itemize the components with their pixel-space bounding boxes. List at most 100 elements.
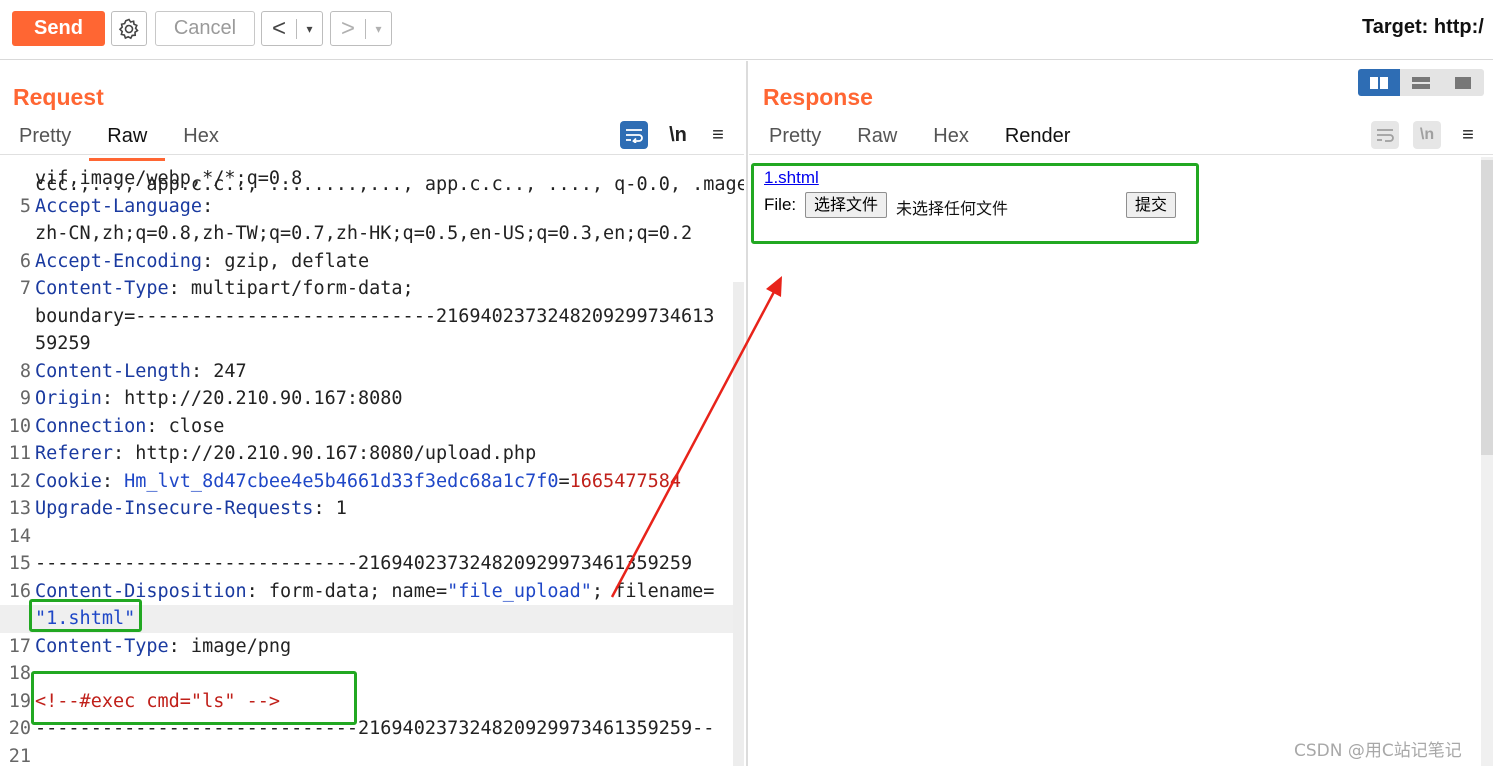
wrap-icon — [626, 129, 643, 143]
tab-pretty[interactable]: Pretty — [751, 122, 839, 161]
code-line: 5 Accept-Language: — [0, 193, 744, 221]
code-text: Content-Type: image/png — [35, 633, 291, 661]
back-nav-group[interactable]: < ▾ — [261, 11, 323, 46]
forward-history-dropdown-icon[interactable]: ▾ — [366, 22, 391, 36]
header-name: Accept-Encoding — [35, 250, 203, 272]
word-wrap-toggle[interactable] — [620, 121, 648, 149]
line-number: 16 — [8, 580, 31, 602]
header-name: Accept-Language — [35, 195, 203, 217]
response-menu-icon[interactable]: ≡ — [1454, 121, 1482, 149]
header-name: Referer — [35, 443, 113, 464]
code-text: Origin: http://20.210.90.167:8080 — [35, 385, 403, 413]
target-label[interactable]: Target: http:/ — [1362, 16, 1484, 39]
code-line: 59259 — [0, 330, 744, 358]
line-number: 20 — [8, 718, 31, 739]
code-line: 15 -----------------------------216940237… — [0, 550, 744, 578]
rendered-response — [750, 157, 1480, 766]
request-menu-icon[interactable]: ≡ — [704, 121, 732, 149]
header-value: 59259 — [35, 333, 91, 354]
tab-raw[interactable]: Raw — [839, 122, 915, 161]
header-value: : http://20.210.90.167:8080/upload.php — [112, 443, 537, 464]
code-line: 10 Connection: close — [0, 413, 744, 441]
line-number: 18 — [8, 663, 31, 684]
cookie-name: Hm_lvt_8d47cbee4e5b4661d33f3edc68a1c7f0 — [124, 470, 559, 492]
header-name: Connection — [35, 415, 147, 437]
header-value: : 1 — [313, 498, 347, 519]
header-value: : gzip, deflate — [202, 250, 370, 272]
send-button[interactable]: Send — [12, 11, 105, 46]
code-text: boundary=---------------------------2169… — [35, 303, 714, 331]
header-name: Upgrade-Insecure-Requests — [35, 498, 314, 519]
settings-button[interactable] — [111, 11, 147, 46]
top-toolbar: Send Cancel < ▾ > ▾ Target: http:/ — [0, 0, 1493, 60]
code-text: Accept-Encoding: gzip, deflate — [35, 248, 369, 276]
code-text: Referer: http://20.210.90.167:8080/uploa… — [35, 440, 536, 468]
tab-render[interactable]: Render — [986, 122, 1089, 161]
code-line: zh-CN,zh;q=0.8,zh-TW;q=0.7,zh-HK;q=0.5,e… — [0, 220, 744, 248]
code-text: Content-Length: 247 — [35, 358, 247, 386]
annotation-box-payload — [31, 671, 357, 725]
code-line: vif,image/webp,*/*;q=0.8 — [0, 165, 744, 193]
forward-arrow-icon[interactable]: > — [331, 12, 365, 45]
line-number: 19 — [8, 690, 31, 712]
code-text: Cookie: Hm_lvt_8d47cbee4e5b4661d33f3edc6… — [35, 468, 681, 496]
code-text: Connection: close — [35, 413, 224, 441]
header-value: zh-CN,zh;q=0.8,zh-TW;q=0.7,zh-HK;q=0.5,e… — [35, 223, 693, 244]
response-title: Response — [763, 84, 873, 110]
header-value: boundary=---------------------------2169… — [35, 305, 715, 327]
code-line: 6 Accept-Encoding: gzip, deflate — [0, 248, 744, 276]
newline-toggle-button[interactable]: \n — [664, 121, 692, 149]
code-line: 17 Content-Type: image/png — [0, 633, 744, 661]
request-scrollbar[interactable] — [733, 282, 744, 766]
layout-stacked-button[interactable] — [1400, 69, 1442, 96]
line-number: 8 — [19, 360, 31, 382]
line-number: 9 — [19, 388, 31, 409]
header-value: ; filename= — [591, 580, 715, 602]
code-line: 21 — [0, 743, 744, 766]
cancel-button[interactable]: Cancel — [155, 11, 255, 46]
panel-divider[interactable] — [746, 61, 748, 766]
header-value: : form-data; name= — [246, 580, 448, 602]
tab-hex[interactable]: Hex — [915, 122, 987, 161]
back-arrow-icon[interactable]: < — [262, 12, 296, 45]
word-wrap-toggle-disabled — [1371, 121, 1399, 149]
single-pane-icon — [1455, 76, 1471, 89]
request-title: Request — [13, 84, 104, 110]
header-name: Content-Type — [35, 635, 169, 657]
line-number: 21 — [8, 745, 31, 766]
code-line: 8 Content-Length: 247 — [0, 358, 744, 386]
code-line: 13 Upgrade-Insecure-Requests: 1 — [0, 495, 744, 523]
header-value: vif,image/webp,*/*;q=0.8 — [35, 168, 303, 189]
forward-nav-group[interactable]: > ▾ — [330, 11, 392, 46]
line-number: 5 — [19, 195, 31, 217]
header-name: Content-Length — [35, 360, 191, 382]
code-line: 9 Origin: http://20.210.90.167:8080 — [0, 385, 744, 413]
rows-icon — [1412, 76, 1430, 89]
code-line: boundary=---------------------------2169… — [0, 303, 744, 331]
columns-icon — [1370, 76, 1388, 89]
code-text: 59259 — [35, 330, 91, 358]
code-line: 7 Content-Type: multipart/form-data; — [0, 275, 744, 303]
code-line: 12 Cookie: Hm_lvt_8d47cbee4e5b4661d33f3ed… — [0, 468, 744, 496]
layout-toggle-group — [1358, 69, 1484, 96]
line-number: 13 — [8, 498, 31, 519]
layout-tabbed-button[interactable] — [1442, 69, 1484, 96]
line-number: 12 — [8, 470, 31, 492]
tab-raw[interactable]: Raw — [89, 122, 166, 161]
tab-pretty[interactable]: Pretty — [1, 122, 89, 161]
line-number: 7 — [19, 278, 31, 299]
line-number: 10 — [8, 415, 31, 437]
line-number: 15 — [8, 553, 31, 574]
header-value: : multipart/form-data; — [168, 278, 414, 299]
annotation-box-filename — [29, 599, 142, 632]
response-scrollbar-thumb[interactable] — [1481, 160, 1493, 455]
response-tabs: Pretty Raw Hex Render — [751, 122, 1089, 161]
tab-hex[interactable]: Hex — [165, 122, 237, 161]
layout-side-by-side-button[interactable] — [1358, 69, 1400, 96]
code-text: Content-Type: multipart/form-data; — [35, 275, 414, 303]
back-history-dropdown-icon[interactable]: ▾ — [297, 22, 322, 36]
code-text: -----------------------------21694023732… — [35, 550, 692, 578]
field-name-string: "file_upload" — [447, 580, 592, 602]
header-value: : image/png — [168, 635, 292, 657]
cookie-value: 1665477584 — [569, 470, 682, 492]
